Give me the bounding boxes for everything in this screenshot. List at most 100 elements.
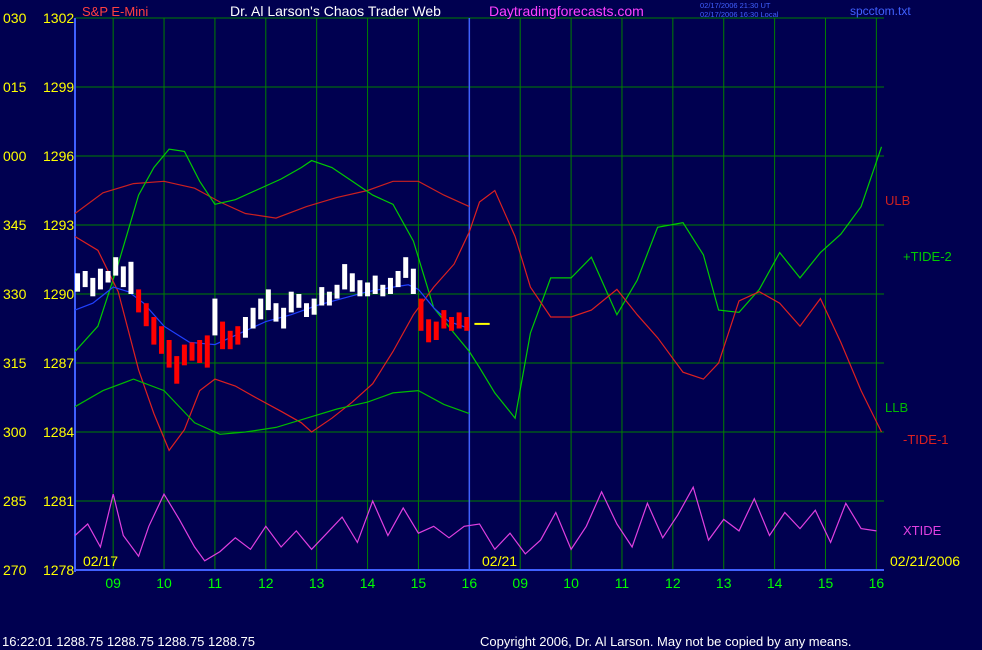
- series-label-tide-1: -TIDE-1: [903, 432, 949, 447]
- time-tick-label: 16: [462, 575, 478, 591]
- price-bar-down: [181, 344, 187, 366]
- date-label-end: 02/21/2006: [890, 553, 960, 569]
- time-tick-label: 11: [208, 575, 223, 591]
- price-bar-up: [288, 291, 294, 313]
- date-label-mid: 02/21: [482, 553, 517, 569]
- angle-tick-label: 270: [3, 562, 27, 578]
- price-bar-up: [311, 298, 317, 315]
- price-bar-down: [464, 317, 470, 331]
- price-bar-down: [426, 319, 432, 343]
- price-bar-up: [120, 266, 126, 288]
- price-bar-up: [105, 271, 111, 283]
- price-bar-up: [372, 275, 378, 294]
- price-tick-label: 1299: [43, 79, 74, 95]
- series-label-xtide: XTIDE: [903, 523, 942, 538]
- price-bar-up: [319, 287, 325, 306]
- price-bar-up: [113, 257, 119, 276]
- time-tick-label: 13: [716, 575, 732, 591]
- angle-tick-label: 345: [3, 217, 27, 233]
- price-tick-label: 1281: [43, 493, 74, 509]
- price-bar-up: [304, 303, 310, 317]
- time-tick-label: 09: [105, 575, 121, 591]
- price-bar-down: [433, 321, 439, 340]
- price-bar-up: [212, 298, 218, 336]
- price-tick-label: 1284: [43, 424, 74, 440]
- timestamp-ut: 02/17/2006 21:30 UT: [700, 1, 771, 10]
- price-bar-up: [265, 289, 271, 311]
- price-bar-up: [387, 277, 393, 294]
- price-bar-down: [166, 340, 172, 368]
- price-bar-up: [342, 264, 348, 290]
- time-tick-label: 13: [309, 575, 325, 591]
- price-bar-up: [128, 261, 134, 294]
- price-bar-down: [235, 326, 241, 345]
- price-bar-up: [242, 317, 248, 338]
- time-tick-label: 16: [869, 575, 885, 591]
- price-bar-up: [82, 271, 88, 288]
- time-tick-label: 12: [258, 575, 274, 591]
- time-tick-label: 09: [512, 575, 528, 591]
- data-filename: spcctom.txt: [850, 4, 911, 18]
- price-bar-up: [273, 303, 279, 322]
- price-bar-down: [143, 303, 149, 327]
- time-tick-label: 14: [360, 575, 376, 591]
- price-bar-down: [174, 356, 180, 384]
- copyright-notice: Copyright 2006, Dr. Al Larson. May not b…: [480, 634, 851, 649]
- time-tick-label: 14: [767, 575, 783, 591]
- series-label-tide-2: +TIDE-2: [903, 249, 952, 264]
- date-label-start: 02/17: [83, 553, 118, 569]
- price-bar-down: [456, 312, 462, 329]
- price-bar-up: [296, 294, 302, 308]
- price-bar-down: [158, 326, 164, 354]
- price-bar-down: [189, 342, 195, 361]
- price-bar-down: [418, 298, 424, 331]
- price-bar-down: [204, 335, 210, 368]
- last-quote: 16:22:01 1288.75 1288.75 1288.75 1288.75: [2, 634, 255, 649]
- price-bar-up: [97, 268, 103, 290]
- chart-title: Dr. Al Larson's Chaos Trader Web: [230, 3, 441, 19]
- price-bar-up: [380, 284, 386, 297]
- price-bar-up: [326, 291, 332, 306]
- price-bar-up: [365, 282, 371, 297]
- price-tick-label: 1296: [43, 148, 74, 164]
- time-tick-label: 11: [615, 575, 630, 591]
- angle-tick-label: 000: [3, 148, 27, 164]
- time-tick-label: 12: [665, 575, 681, 591]
- time-tick-label: 15: [818, 575, 834, 591]
- time-tick-label: 10: [156, 575, 172, 591]
- instrument-label: S&P E-Mini: [82, 4, 148, 19]
- angle-tick-label: 330: [3, 286, 27, 302]
- price-bar-up: [349, 273, 355, 292]
- price-tick-label: 1290: [43, 286, 74, 302]
- angle-tick-label: 015: [3, 79, 27, 95]
- series-label-ulb: ULB: [885, 193, 910, 208]
- price-bar-up: [258, 298, 264, 320]
- time-tick-label: 15: [411, 575, 427, 591]
- price-bar-up: [75, 273, 81, 292]
- price-bar-down: [449, 317, 455, 331]
- site-link[interactable]: Daytradingforecasts.com: [489, 3, 644, 19]
- series-label-llb: LLB: [885, 400, 908, 415]
- price-bar-up: [403, 257, 409, 278]
- price-bar-down: [151, 317, 157, 345]
- price-bar-up: [250, 307, 256, 329]
- angle-tick-label: 300: [3, 424, 27, 440]
- price-tick-label: 1278: [43, 562, 74, 578]
- price-bar-down: [227, 330, 233, 350]
- timestamp-local: 02/17/2006 16:30 Local: [700, 10, 779, 19]
- price-bar-up: [410, 268, 416, 294]
- time-tick-label: 10: [563, 575, 579, 591]
- price-bar-up: [357, 280, 363, 297]
- price-bar-down: [136, 289, 142, 313]
- angle-tick-label: 030: [3, 10, 27, 26]
- price-tick-label: 1302: [43, 10, 74, 26]
- chaos-trader-chart: 030 1302 015 1299 000 1296 345 1293 330 1290 315 12…: [0, 0, 982, 650]
- price-bar-down: [220, 321, 226, 350]
- price-bar-down: [197, 340, 203, 363]
- angle-tick-label: 315: [3, 355, 27, 371]
- angle-tick-label: 285: [3, 493, 27, 509]
- price-tick-label: 1293: [43, 217, 74, 233]
- price-bar-down: [441, 310, 447, 329]
- price-bar-up: [395, 271, 401, 288]
- price-bar-up: [90, 277, 96, 297]
